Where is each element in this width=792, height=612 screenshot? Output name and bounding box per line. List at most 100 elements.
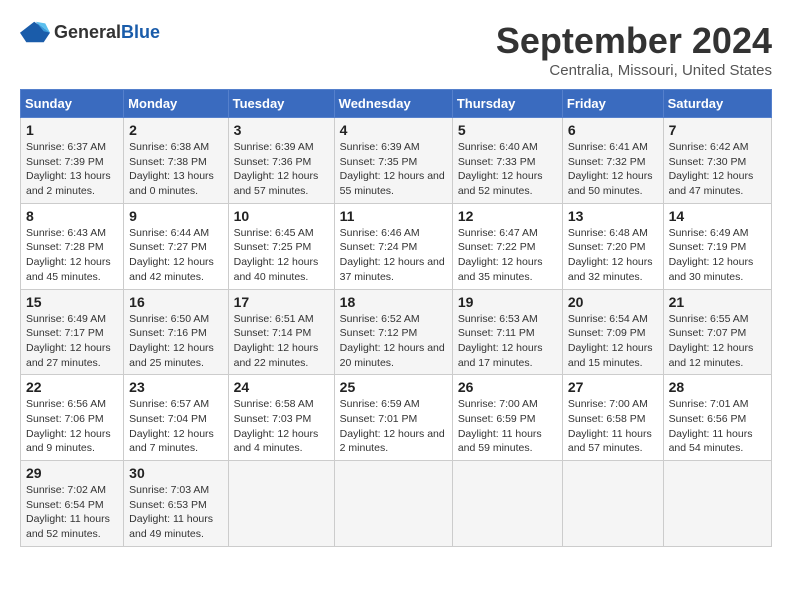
day-details: Sunrise: 6:49 AM Sunset: 7:19 PM Dayligh… (669, 226, 766, 285)
header-wednesday: Wednesday (334, 90, 452, 118)
sunrise-label: Sunrise: 6:54 AM (568, 313, 648, 325)
sunset-label: Sunset: 7:20 PM (568, 241, 646, 253)
sunset-label: Sunset: 7:14 PM (234, 327, 312, 339)
sunset-label: Sunset: 6:58 PM (568, 413, 646, 425)
sunrise-label: Sunrise: 6:59 AM (340, 398, 420, 410)
calendar-cell: 17 Sunrise: 6:51 AM Sunset: 7:14 PM Dayl… (228, 289, 334, 375)
sunrise-label: Sunrise: 6:39 AM (234, 141, 314, 153)
sunrise-label: Sunrise: 6:45 AM (234, 227, 314, 239)
day-details: Sunrise: 6:54 AM Sunset: 7:09 PM Dayligh… (568, 312, 658, 371)
day-details: Sunrise: 6:59 AM Sunset: 7:01 PM Dayligh… (340, 397, 447, 456)
sunrise-label: Sunrise: 6:44 AM (129, 227, 209, 239)
calendar-cell: 12 Sunrise: 6:47 AM Sunset: 7:22 PM Dayl… (452, 203, 562, 289)
calendar-cell: 6 Sunrise: 6:41 AM Sunset: 7:32 PM Dayli… (562, 118, 663, 204)
sunset-label: Sunset: 7:07 PM (669, 327, 747, 339)
sunrise-label: Sunrise: 6:46 AM (340, 227, 420, 239)
sunset-label: Sunset: 7:27 PM (129, 241, 207, 253)
day-details: Sunrise: 6:41 AM Sunset: 7:32 PM Dayligh… (568, 140, 658, 199)
day-details: Sunrise: 7:00 AM Sunset: 6:58 PM Dayligh… (568, 397, 658, 456)
day-details: Sunrise: 6:39 AM Sunset: 7:35 PM Dayligh… (340, 140, 447, 199)
sunset-label: Sunset: 7:38 PM (129, 156, 207, 168)
logo-general: General (54, 22, 121, 42)
day-number: 14 (669, 208, 766, 224)
sunset-label: Sunset: 7:11 PM (458, 327, 535, 339)
logo-text: GeneralBlue (54, 22, 160, 43)
calendar-cell: 19 Sunrise: 6:53 AM Sunset: 7:11 PM Dayl… (452, 289, 562, 375)
daylight-label: Daylight: 12 hours and 17 minutes. (458, 342, 543, 369)
calendar-cell: 8 Sunrise: 6:43 AM Sunset: 7:28 PM Dayli… (21, 203, 124, 289)
day-details: Sunrise: 7:00 AM Sunset: 6:59 PM Dayligh… (458, 397, 557, 456)
calendar-cell: 7 Sunrise: 6:42 AM Sunset: 7:30 PM Dayli… (663, 118, 771, 204)
sunrise-label: Sunrise: 6:43 AM (26, 227, 106, 239)
daylight-label: Daylight: 11 hours and 49 minutes. (129, 513, 213, 540)
sunrise-label: Sunrise: 6:41 AM (568, 141, 648, 153)
sunset-label: Sunset: 7:04 PM (129, 413, 207, 425)
day-number: 18 (340, 294, 447, 310)
calendar-cell: 11 Sunrise: 6:46 AM Sunset: 7:24 PM Dayl… (334, 203, 452, 289)
day-number: 29 (26, 465, 118, 481)
sunset-label: Sunset: 7:12 PM (340, 327, 418, 339)
day-details: Sunrise: 6:42 AM Sunset: 7:30 PM Dayligh… (669, 140, 766, 199)
calendar-week-row: 8 Sunrise: 6:43 AM Sunset: 7:28 PM Dayli… (21, 203, 772, 289)
sunrise-label: Sunrise: 6:42 AM (669, 141, 749, 153)
sunrise-label: Sunrise: 6:57 AM (129, 398, 209, 410)
day-number: 22 (26, 379, 118, 395)
sunrise-label: Sunrise: 6:40 AM (458, 141, 538, 153)
sunset-label: Sunset: 7:03 PM (234, 413, 312, 425)
day-details: Sunrise: 6:45 AM Sunset: 7:25 PM Dayligh… (234, 226, 329, 285)
daylight-label: Daylight: 12 hours and 32 minutes. (568, 256, 653, 283)
title-section: September 2024 Centralia, Missouri, Unit… (496, 20, 772, 79)
header-tuesday: Tuesday (228, 90, 334, 118)
daylight-label: Daylight: 12 hours and 22 minutes. (234, 342, 319, 369)
calendar-cell: 29 Sunrise: 7:02 AM Sunset: 6:54 PM Dayl… (21, 461, 124, 547)
sunset-label: Sunset: 6:59 PM (458, 413, 536, 425)
sunrise-label: Sunrise: 6:47 AM (458, 227, 538, 239)
daylight-label: Daylight: 13 hours and 0 minutes. (129, 170, 214, 197)
day-number: 24 (234, 379, 329, 395)
day-details: Sunrise: 6:46 AM Sunset: 7:24 PM Dayligh… (340, 226, 447, 285)
day-details: Sunrise: 6:51 AM Sunset: 7:14 PM Dayligh… (234, 312, 329, 371)
day-number: 21 (669, 294, 766, 310)
daylight-label: Daylight: 12 hours and 30 minutes. (669, 256, 754, 283)
calendar-week-row: 29 Sunrise: 7:02 AM Sunset: 6:54 PM Dayl… (21, 461, 772, 547)
day-details: Sunrise: 6:44 AM Sunset: 7:27 PM Dayligh… (129, 226, 222, 285)
daylight-label: Daylight: 12 hours and 15 minutes. (568, 342, 653, 369)
day-number: 30 (129, 465, 222, 481)
calendar-cell: 27 Sunrise: 7:00 AM Sunset: 6:58 PM Dayl… (562, 375, 663, 461)
daylight-label: Daylight: 11 hours and 54 minutes. (669, 428, 753, 455)
day-details: Sunrise: 6:53 AM Sunset: 7:11 PM Dayligh… (458, 312, 557, 371)
sunset-label: Sunset: 7:25 PM (234, 241, 312, 253)
sunset-label: Sunset: 7:16 PM (129, 327, 207, 339)
calendar-cell (562, 461, 663, 547)
day-number: 23 (129, 379, 222, 395)
daylight-label: Daylight: 12 hours and 55 minutes. (340, 170, 445, 197)
header-monday: Monday (124, 90, 228, 118)
calendar-cell: 10 Sunrise: 6:45 AM Sunset: 7:25 PM Dayl… (228, 203, 334, 289)
daylight-label: Daylight: 12 hours and 52 minutes. (458, 170, 543, 197)
sunset-label: Sunset: 7:01 PM (340, 413, 418, 425)
day-number: 3 (234, 122, 329, 138)
day-number: 19 (458, 294, 557, 310)
day-number: 17 (234, 294, 329, 310)
daylight-label: Daylight: 13 hours and 2 minutes. (26, 170, 111, 197)
calendar-cell: 28 Sunrise: 7:01 AM Sunset: 6:56 PM Dayl… (663, 375, 771, 461)
daylight-label: Daylight: 12 hours and 4 minutes. (234, 428, 319, 455)
daylight-label: Daylight: 12 hours and 40 minutes. (234, 256, 319, 283)
calendar-cell: 23 Sunrise: 6:57 AM Sunset: 7:04 PM Dayl… (124, 375, 228, 461)
day-details: Sunrise: 7:03 AM Sunset: 6:53 PM Dayligh… (129, 483, 222, 542)
day-details: Sunrise: 6:57 AM Sunset: 7:04 PM Dayligh… (129, 397, 222, 456)
day-details: Sunrise: 6:49 AM Sunset: 7:17 PM Dayligh… (26, 312, 118, 371)
calendar-cell: 26 Sunrise: 7:00 AM Sunset: 6:59 PM Dayl… (452, 375, 562, 461)
calendar-cell: 9 Sunrise: 6:44 AM Sunset: 7:27 PM Dayli… (124, 203, 228, 289)
calendar-title: September 2024 (496, 20, 772, 62)
day-details: Sunrise: 6:38 AM Sunset: 7:38 PM Dayligh… (129, 140, 222, 199)
calendar-cell: 21 Sunrise: 6:55 AM Sunset: 7:07 PM Dayl… (663, 289, 771, 375)
day-number: 27 (568, 379, 658, 395)
sunrise-label: Sunrise: 6:50 AM (129, 313, 209, 325)
calendar-cell: 3 Sunrise: 6:39 AM Sunset: 7:36 PM Dayli… (228, 118, 334, 204)
calendar-table: Sunday Monday Tuesday Wednesday Thursday… (20, 89, 772, 547)
daylight-label: Daylight: 12 hours and 2 minutes. (340, 428, 445, 455)
sunset-label: Sunset: 7:32 PM (568, 156, 646, 168)
logo-blue: Blue (121, 22, 160, 42)
logo: GeneralBlue (20, 20, 160, 44)
